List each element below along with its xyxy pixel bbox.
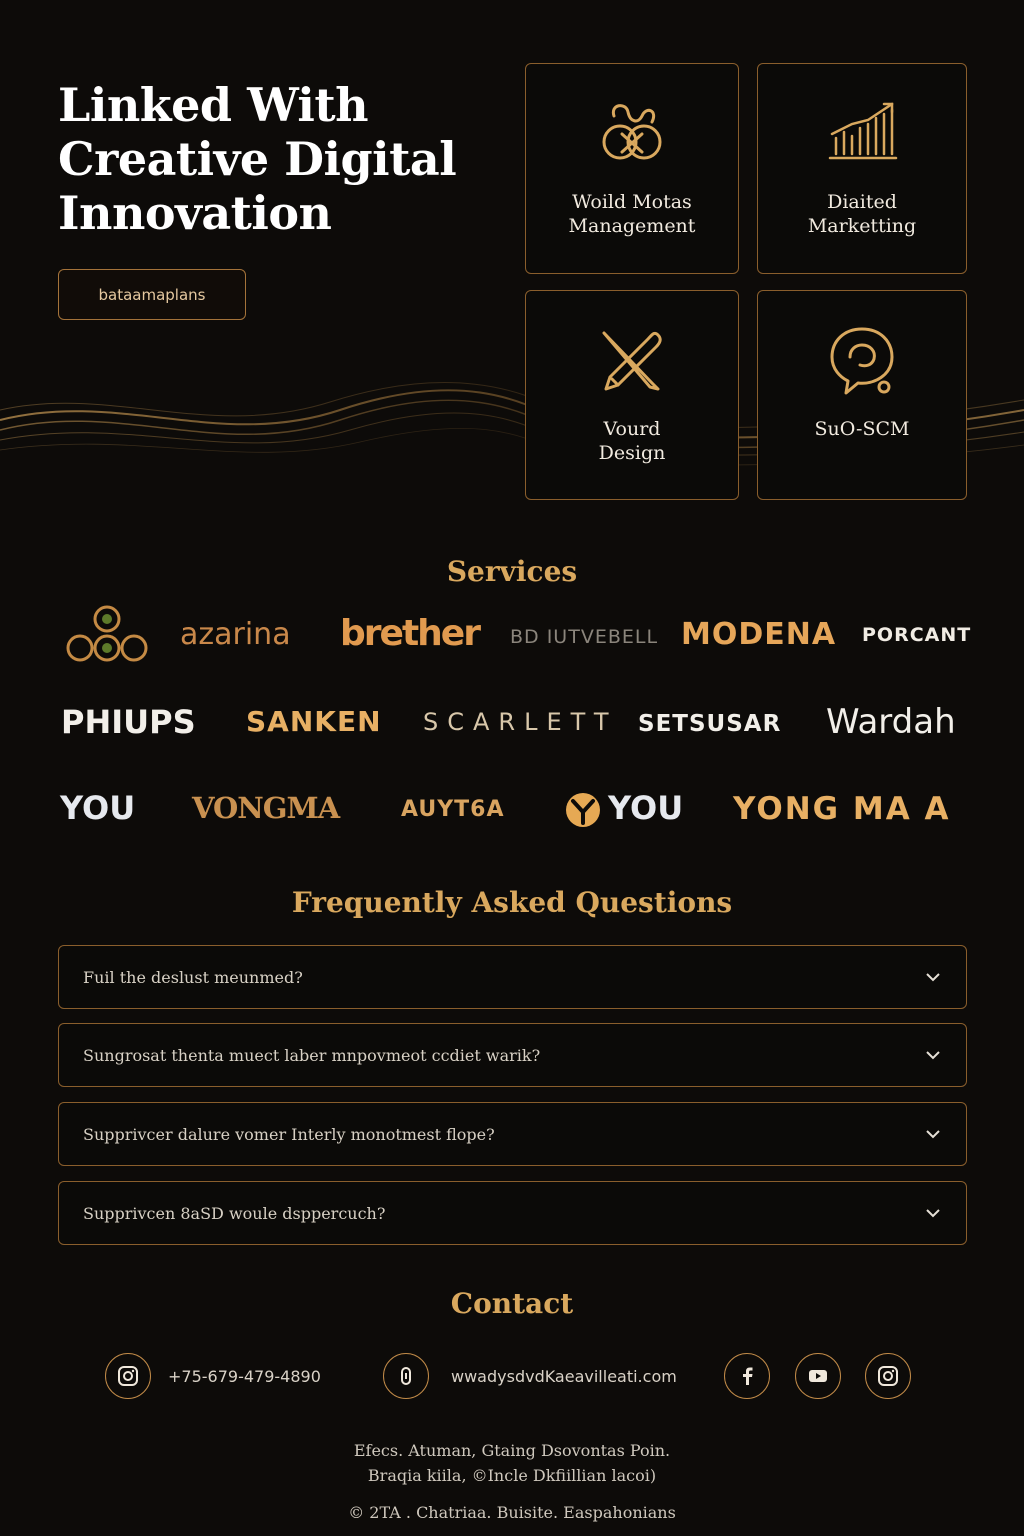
logo-you-2: YOU	[608, 789, 684, 827]
chat-bubble-icon	[830, 327, 894, 395]
faq-item-2[interactable]: Sungrosat thenta muect laber mnpovmeot c…	[58, 1023, 967, 1087]
service-card-motas[interactable]: Woild Motas Management	[525, 63, 739, 274]
faq-question: Supprivcen 8aSD woule dsppercuch?	[83, 1203, 386, 1223]
footer-address-line-1: Efecs. Atuman, Gtaing Dsovontas Poin.	[353, 1441, 671, 1460]
faq-question: Fuil the deslust meunmed?	[83, 967, 303, 987]
logo-you: YOU	[60, 789, 136, 827]
faq-question: Supprivcer dalure vomer Interly monotmes…	[83, 1124, 495, 1144]
logo-phiups: PHIUPS	[61, 703, 196, 741]
chevron-down-icon	[926, 1130, 940, 1139]
logo-brether: brether	[340, 613, 481, 654]
logo-vongma: VONGMA	[192, 791, 340, 825]
service-card-label: Woild Motas Management	[568, 191, 696, 237]
facebook-icon	[743, 1367, 753, 1385]
faq-question: Sungrosat thenta muect laber mnpovmeot c…	[83, 1045, 541, 1065]
instagram-icon	[878, 1366, 898, 1386]
logo-azarina: azarina	[180, 617, 291, 652]
faq-item-4[interactable]: Supprivcen 8aSD woule dsppercuch?	[58, 1181, 967, 1245]
instagram-button[interactable]	[865, 1353, 911, 1399]
hero-title: Linked With Creative Digital Innovation	[58, 78, 488, 240]
website-icon-button[interactable]	[383, 1353, 429, 1399]
y-emblem-icon	[566, 793, 600, 827]
logo-yong-ma: YONG MA A	[733, 791, 951, 827]
service-card-label: SuO-SCM	[814, 418, 910, 440]
service-card-label: Vourd Design	[598, 418, 666, 464]
logo-setsusar: SETSUSAR	[638, 711, 782, 737]
logo-auyt6a: AUYT6A	[401, 797, 505, 822]
pencil-cross-icon	[602, 331, 662, 391]
logo-sanken: SANKEN	[246, 705, 382, 738]
faq-item-3[interactable]: Supprivcer dalure vomer Interly monotmes…	[58, 1102, 967, 1166]
link-icon	[401, 1367, 411, 1385]
service-card-design[interactable]: Vourd Design	[525, 290, 739, 500]
chevron-down-icon	[926, 1209, 940, 1218]
knot-icon	[602, 104, 662, 160]
facebook-button[interactable]	[724, 1353, 770, 1399]
service-card-scm[interactable]: SuO-SCM	[757, 290, 967, 500]
hero-title-line-2: Creative Digital	[58, 132, 457, 186]
faq-item-1[interactable]: Fuil the deslust meunmed?	[58, 945, 967, 1009]
service-card-marketing[interactable]: Diaited Marketting	[757, 63, 967, 274]
instagram-icon	[118, 1366, 138, 1386]
logo-bd-iutvebell: BD IUTVEBELL	[510, 626, 659, 648]
footer-address-line-2: Braqia kiila, ©Incle Dkfiillian lacoi)	[367, 1466, 657, 1485]
faq-title: Frequently Asked Questions	[291, 886, 733, 919]
footer-copyright: © 2TA . Chatriaa. Buisite. Easpahonians	[348, 1503, 676, 1522]
youtube-button[interactable]	[795, 1353, 841, 1399]
contact-title: Contact	[450, 1287, 574, 1320]
phone-instagram-icon-button[interactable]	[105, 1353, 151, 1399]
services-title: Services	[446, 555, 578, 588]
bar-chart-icon	[828, 102, 898, 160]
logo-porcant: PORCANT	[862, 624, 972, 646]
chevron-down-icon	[926, 1051, 940, 1060]
hero-cta-button[interactable]: bataamaplans	[58, 269, 246, 320]
logo-scarlett: SCARLETT	[423, 708, 618, 736]
logo-wardah: Wardah	[826, 702, 956, 742]
logo-modena: MODENA	[681, 617, 837, 652]
youtube-icon	[809, 1370, 827, 1382]
service-card-label: Diaited Marketting	[807, 191, 917, 237]
contact-website[interactable]: wwadysdvdKaeavilleati.com	[451, 1367, 677, 1386]
contact-phone[interactable]: +75-679-479-4890	[168, 1367, 321, 1386]
chevron-down-icon	[926, 973, 940, 982]
hero-title-line-1: Linked With	[58, 78, 369, 132]
eight-circles-logo-icon	[66, 605, 148, 662]
hero-title-line-3: Innovation	[58, 186, 332, 240]
